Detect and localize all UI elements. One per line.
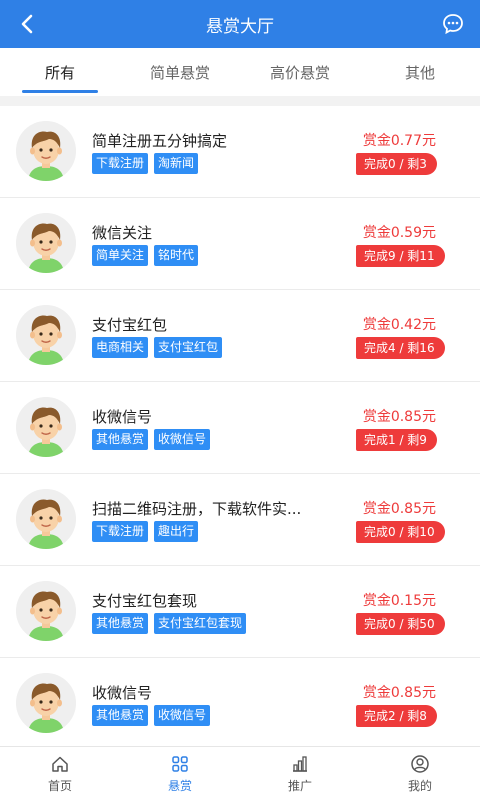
status-badge: 完成0 / 剩3 bbox=[356, 153, 437, 175]
task-tag: 支付宝红包 bbox=[154, 337, 223, 358]
reward-amount: 赏金0.85元 bbox=[362, 685, 436, 701]
tab-1[interactable]: 简单悬赏 bbox=[120, 48, 240, 96]
message-button[interactable] bbox=[440, 11, 466, 37]
reward-amount: 赏金0.85元 bbox=[362, 501, 436, 517]
avatar bbox=[16, 489, 76, 549]
nav-chart[interactable]: 推广 bbox=[240, 747, 360, 800]
reward-amount: 赏金0.59元 bbox=[362, 225, 436, 241]
nav-label: 我的 bbox=[407, 778, 432, 793]
task-tag: 支付宝红包套现 bbox=[154, 613, 247, 634]
task-tags: 下载注册 淘新闻 bbox=[92, 153, 199, 174]
task-item[interactable]: 支付宝红包 电商相关 支付宝红包 赏金0.42元 完成4 / 剩16 bbox=[0, 290, 480, 382]
nav-user[interactable]: 我的 bbox=[360, 747, 480, 800]
nav-label: 推广 bbox=[287, 778, 312, 793]
nav-grid[interactable]: 悬赏 bbox=[120, 747, 240, 800]
bottom-nav: 首页 悬赏 推广 我的 bbox=[0, 746, 480, 800]
avatar bbox=[16, 213, 76, 273]
task-item[interactable]: 微信关注简单关注 铭时代 赏金0.59元完成9 / 剩11 bbox=[0, 198, 480, 290]
task-item[interactable]: 收微信号 其他悬赏 收微信号 赏金0.85元 完成2 / 剩8 bbox=[0, 658, 480, 746]
task-list: 简单注册五分钟搞定 下载注册 淘新闻 赏金0.77元 完成0 / 剩3 微信关注 简单关注… bbox=[0, 106, 480, 746]
reward-amount: 赏金0.77元 bbox=[362, 133, 436, 149]
task-tags: 简单关注 铭时代 bbox=[92, 245, 199, 266]
reward-amount: 赏金0.85元 bbox=[362, 409, 436, 425]
page-title: 悬赏大厅 bbox=[206, 16, 274, 37]
avatar bbox=[16, 121, 76, 181]
back-button[interactable] bbox=[12, 9, 42, 39]
task-tag: 下载注册 bbox=[92, 153, 149, 174]
avatar bbox=[16, 305, 76, 365]
app-header: 悬赏大厅 bbox=[0, 0, 480, 48]
tab-3[interactable]: 其他 bbox=[360, 48, 480, 96]
task-tags: 电商相关 支付宝红包 bbox=[92, 337, 223, 358]
task-tags: 其他悬赏 支付宝红包套现 bbox=[92, 613, 247, 634]
tab-0[interactable]: 所有 bbox=[0, 48, 120, 96]
grid-icon bbox=[172, 755, 188, 772]
user-icon bbox=[411, 754, 429, 773]
status-badge: 完成0 / 剩10 bbox=[356, 521, 445, 543]
task-name: 支付宝红包 bbox=[92, 316, 168, 334]
status-badge: 完成2 / 剩8 bbox=[356, 705, 437, 727]
task-name: 收微信号 bbox=[92, 684, 153, 702]
avatar bbox=[16, 673, 76, 733]
section-divider bbox=[0, 96, 480, 106]
category-tabs: 所有 简单悬赏 高价悬赏 其他 bbox=[0, 48, 480, 96]
task-tag: 简单关注 bbox=[92, 245, 149, 266]
chevron-left-icon bbox=[21, 14, 33, 34]
task-item[interactable]: 支付宝红包套现 其他悬赏 支付宝红包套现 赏金0.15元 完成0 / 剩50 bbox=[0, 566, 480, 658]
avatar bbox=[16, 581, 76, 641]
task-tag: 趣出行 bbox=[154, 521, 199, 542]
task-tag: 其他悬赏 bbox=[92, 429, 149, 450]
task-tags: 其他悬赏 收微信号 bbox=[92, 429, 211, 450]
task-tag: 淘新闻 bbox=[154, 153, 199, 174]
task-tag: 其他悬赏 bbox=[92, 613, 149, 634]
task-tag: 铭时代 bbox=[154, 245, 199, 266]
task-tag: 其他悬赏 bbox=[92, 705, 149, 726]
reward-amount: 赏金0.15元 bbox=[362, 593, 436, 609]
nav-label: 悬赏 bbox=[167, 778, 192, 793]
status-badge: 完成0 / 剩50 bbox=[356, 613, 445, 635]
status-badge: 完成4 / 剩16 bbox=[356, 337, 445, 359]
avatar bbox=[16, 397, 76, 457]
task-name: 微信关注 bbox=[92, 224, 153, 242]
tab-2[interactable]: 高价悬赏 bbox=[240, 48, 360, 96]
task-tag: 收微信号 bbox=[154, 705, 211, 726]
task-name: 收微信号 bbox=[92, 408, 153, 426]
home-icon bbox=[52, 756, 68, 772]
task-name: 支付宝红包套现 bbox=[92, 592, 198, 610]
task-tag: 下载注册 bbox=[92, 521, 149, 542]
task-name: 简单注册五分钟搞定 bbox=[92, 132, 228, 150]
task-name: 扫描二维码注册，下载软件实... bbox=[92, 500, 302, 518]
task-tag: 收微信号 bbox=[154, 429, 211, 450]
chart-icon bbox=[293, 755, 307, 772]
task-tags: 下载注册 趣出行 bbox=[92, 521, 199, 542]
reward-amount: 赏金0.42元 bbox=[362, 317, 436, 333]
task-tag: 电商相关 bbox=[92, 337, 149, 358]
task-item[interactable]: 简单注册五分钟搞定 下载注册 淘新闻 赏金0.77元完成0 / 剩3 bbox=[0, 106, 480, 198]
status-badge: 完成9 / 剩11 bbox=[356, 245, 445, 267]
task-item[interactable]: 收微信号 其他悬赏 收微信号 赏金0.85元 完成1 / 剩9 bbox=[0, 382, 480, 474]
task-tags: 其他悬赏 收微信号 bbox=[92, 705, 211, 726]
chat-bubble-icon bbox=[443, 14, 463, 35]
nav-home[interactable]: 首页 bbox=[0, 747, 120, 800]
task-item[interactable]: 扫描二维码注册，下载软件实... 下载注册 趣出行 赏金0.85元完成0 / 剩10 bbox=[0, 474, 480, 566]
status-badge: 完成1 / 剩9 bbox=[356, 429, 437, 451]
nav-label: 首页 bbox=[47, 778, 72, 793]
